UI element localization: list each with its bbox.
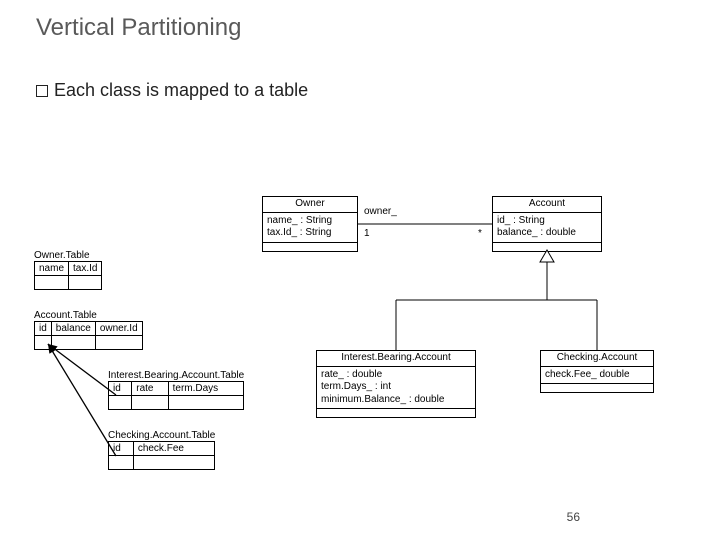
table-row: idbalanceowner.Id [35, 322, 143, 336]
uml-attrs: id_ : String balance_ : double [493, 213, 601, 243]
assoc-mult-left: 1 [364, 228, 370, 239]
owner-table-caption: Owner.Table [34, 250, 102, 261]
uml-account: Account id_ : String balance_ : double [492, 196, 602, 252]
uml-iba: Interest.Bearing.Account rate_ : double … [316, 350, 476, 418]
bullet-line: Each class is mapped to a table [36, 80, 308, 101]
uml-class-name: Checking.Account [541, 351, 653, 367]
table-row: nametax.Id [35, 262, 102, 276]
uml-attrs: name_ : String tax.Id_ : String [263, 213, 357, 243]
uml-class-name: Owner [263, 197, 357, 213]
table-row [35, 336, 143, 350]
uml-attrs: rate_ : double term.Days_ : int minimum.… [317, 367, 475, 410]
account-table: Account.Table idbalanceowner.Id [34, 310, 143, 350]
table-row: idcheck.Fee [109, 442, 215, 456]
table-row: idrateterm.Days [109, 382, 244, 396]
iba-table-caption: Interest.Bearing.Account.Table [108, 370, 244, 381]
table-row [35, 276, 102, 290]
iba-table: Interest.Bearing.Account.Table idrateter… [108, 370, 244, 410]
assoc-role-label: owner_ [364, 206, 397, 217]
checking-table-caption: Checking.Account.Table [108, 430, 215, 441]
bullet-square-icon [36, 85, 48, 97]
uml-owner: Owner name_ : String tax.Id_ : String [262, 196, 358, 252]
table-row [109, 396, 244, 410]
bullet-text: Each class is mapped to a table [54, 80, 308, 100]
uml-class-name: Interest.Bearing.Account [317, 351, 475, 367]
checking-table: Checking.Account.Table idcheck.Fee [108, 430, 215, 470]
owner-table: Owner.Table nametax.Id [34, 250, 102, 290]
uml-attrs: check.Fee_ double [541, 367, 653, 385]
uml-checking: Checking.Account check.Fee_ double [540, 350, 654, 393]
uml-class-name: Account [493, 197, 601, 213]
page-number: 56 [567, 510, 580, 524]
page-title: Vertical Partitioning [36, 14, 241, 42]
table-row [109, 456, 215, 470]
account-table-caption: Account.Table [34, 310, 143, 321]
assoc-mult-right: * [478, 228, 482, 239]
